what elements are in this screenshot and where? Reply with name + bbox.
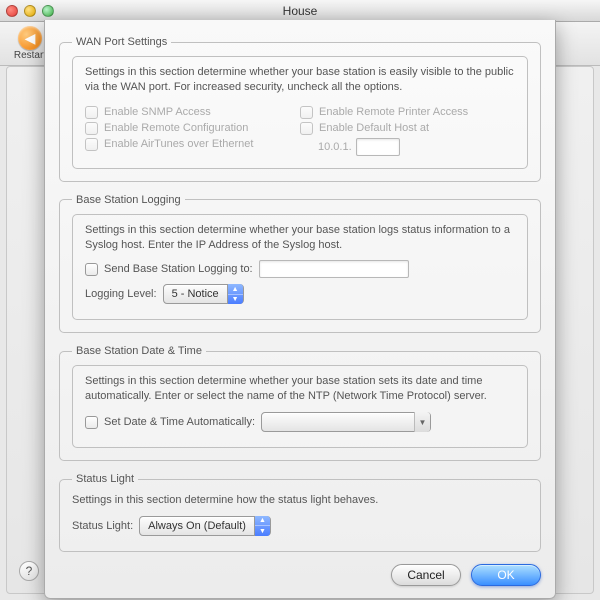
label-remote-config: Enable Remote Configuration bbox=[104, 122, 248, 134]
logging-level-select[interactable]: 5 - Notice ▲▼ bbox=[163, 284, 244, 304]
logging-level-value: 5 - Notice bbox=[172, 288, 227, 300]
wan-section: WAN Port Settings Settings in this secti… bbox=[59, 36, 541, 182]
wan-legend: WAN Port Settings bbox=[72, 36, 171, 48]
checkbox-printer[interactable] bbox=[300, 106, 313, 119]
status-light-section: Status Light Settings in this section de… bbox=[59, 473, 541, 552]
chevron-down-icon: ▼ bbox=[414, 412, 430, 432]
label-auto-datetime: Set Date & Time Automatically: bbox=[104, 416, 255, 428]
wan-description: Settings in this section determine wheth… bbox=[85, 65, 515, 95]
window-title: House bbox=[0, 4, 600, 18]
settings-sheet: WAN Port Settings Settings in this secti… bbox=[44, 20, 556, 599]
syslog-host-field[interactable] bbox=[259, 260, 409, 278]
cancel-button[interactable]: Cancel bbox=[391, 564, 461, 586]
checkbox-auto-datetime[interactable] bbox=[85, 416, 98, 429]
logging-level-label: Logging Level: bbox=[85, 288, 157, 300]
label-send-logging: Send Base Station Logging to: bbox=[104, 263, 253, 275]
label-airtunes: Enable AirTunes over Ethernet bbox=[104, 138, 253, 150]
status-light-value: Always On (Default) bbox=[148, 520, 254, 532]
status-light-select[interactable]: Always On (Default) ▲▼ bbox=[139, 516, 271, 536]
logging-section: Base Station Logging Settings in this se… bbox=[59, 194, 541, 334]
default-host-ip-field[interactable] bbox=[356, 138, 400, 156]
titlebar: House bbox=[0, 0, 600, 22]
status-light-label: Status Light: bbox=[72, 520, 133, 532]
label-printer: Enable Remote Printer Access bbox=[319, 106, 468, 118]
back-arrow-icon: ◀ bbox=[18, 26, 42, 50]
label-snmp: Enable SNMP Access bbox=[104, 106, 211, 118]
checkbox-snmp[interactable] bbox=[85, 106, 98, 119]
help-button[interactable]: ? bbox=[19, 561, 39, 581]
logging-description: Settings in this section determine wheth… bbox=[85, 223, 515, 253]
stepper-icon: ▲▼ bbox=[227, 284, 243, 304]
datetime-legend: Base Station Date & Time bbox=[72, 345, 206, 357]
restart-label: Restart bbox=[14, 50, 46, 61]
checkbox-default-host[interactable] bbox=[300, 122, 313, 135]
status-light-legend: Status Light bbox=[72, 473, 138, 485]
datetime-description: Settings in this section determine wheth… bbox=[85, 374, 515, 404]
checkbox-remote-config[interactable] bbox=[85, 122, 98, 135]
stepper-icon: ▲▼ bbox=[254, 516, 270, 536]
status-light-description: Settings in this section determine how t… bbox=[72, 493, 528, 508]
label-default-host: Enable Default Host at bbox=[319, 122, 429, 134]
checkbox-airtunes[interactable] bbox=[85, 138, 98, 151]
default-host-ip-prefix: 10.0.1. bbox=[318, 141, 352, 153]
ok-button[interactable]: OK bbox=[471, 564, 541, 586]
datetime-section: Base Station Date & Time Settings in thi… bbox=[59, 345, 541, 461]
logging-legend: Base Station Logging bbox=[72, 194, 185, 206]
ntp-server-combo[interactable]: ▼ bbox=[261, 412, 431, 432]
checkbox-send-logging[interactable] bbox=[85, 263, 98, 276]
